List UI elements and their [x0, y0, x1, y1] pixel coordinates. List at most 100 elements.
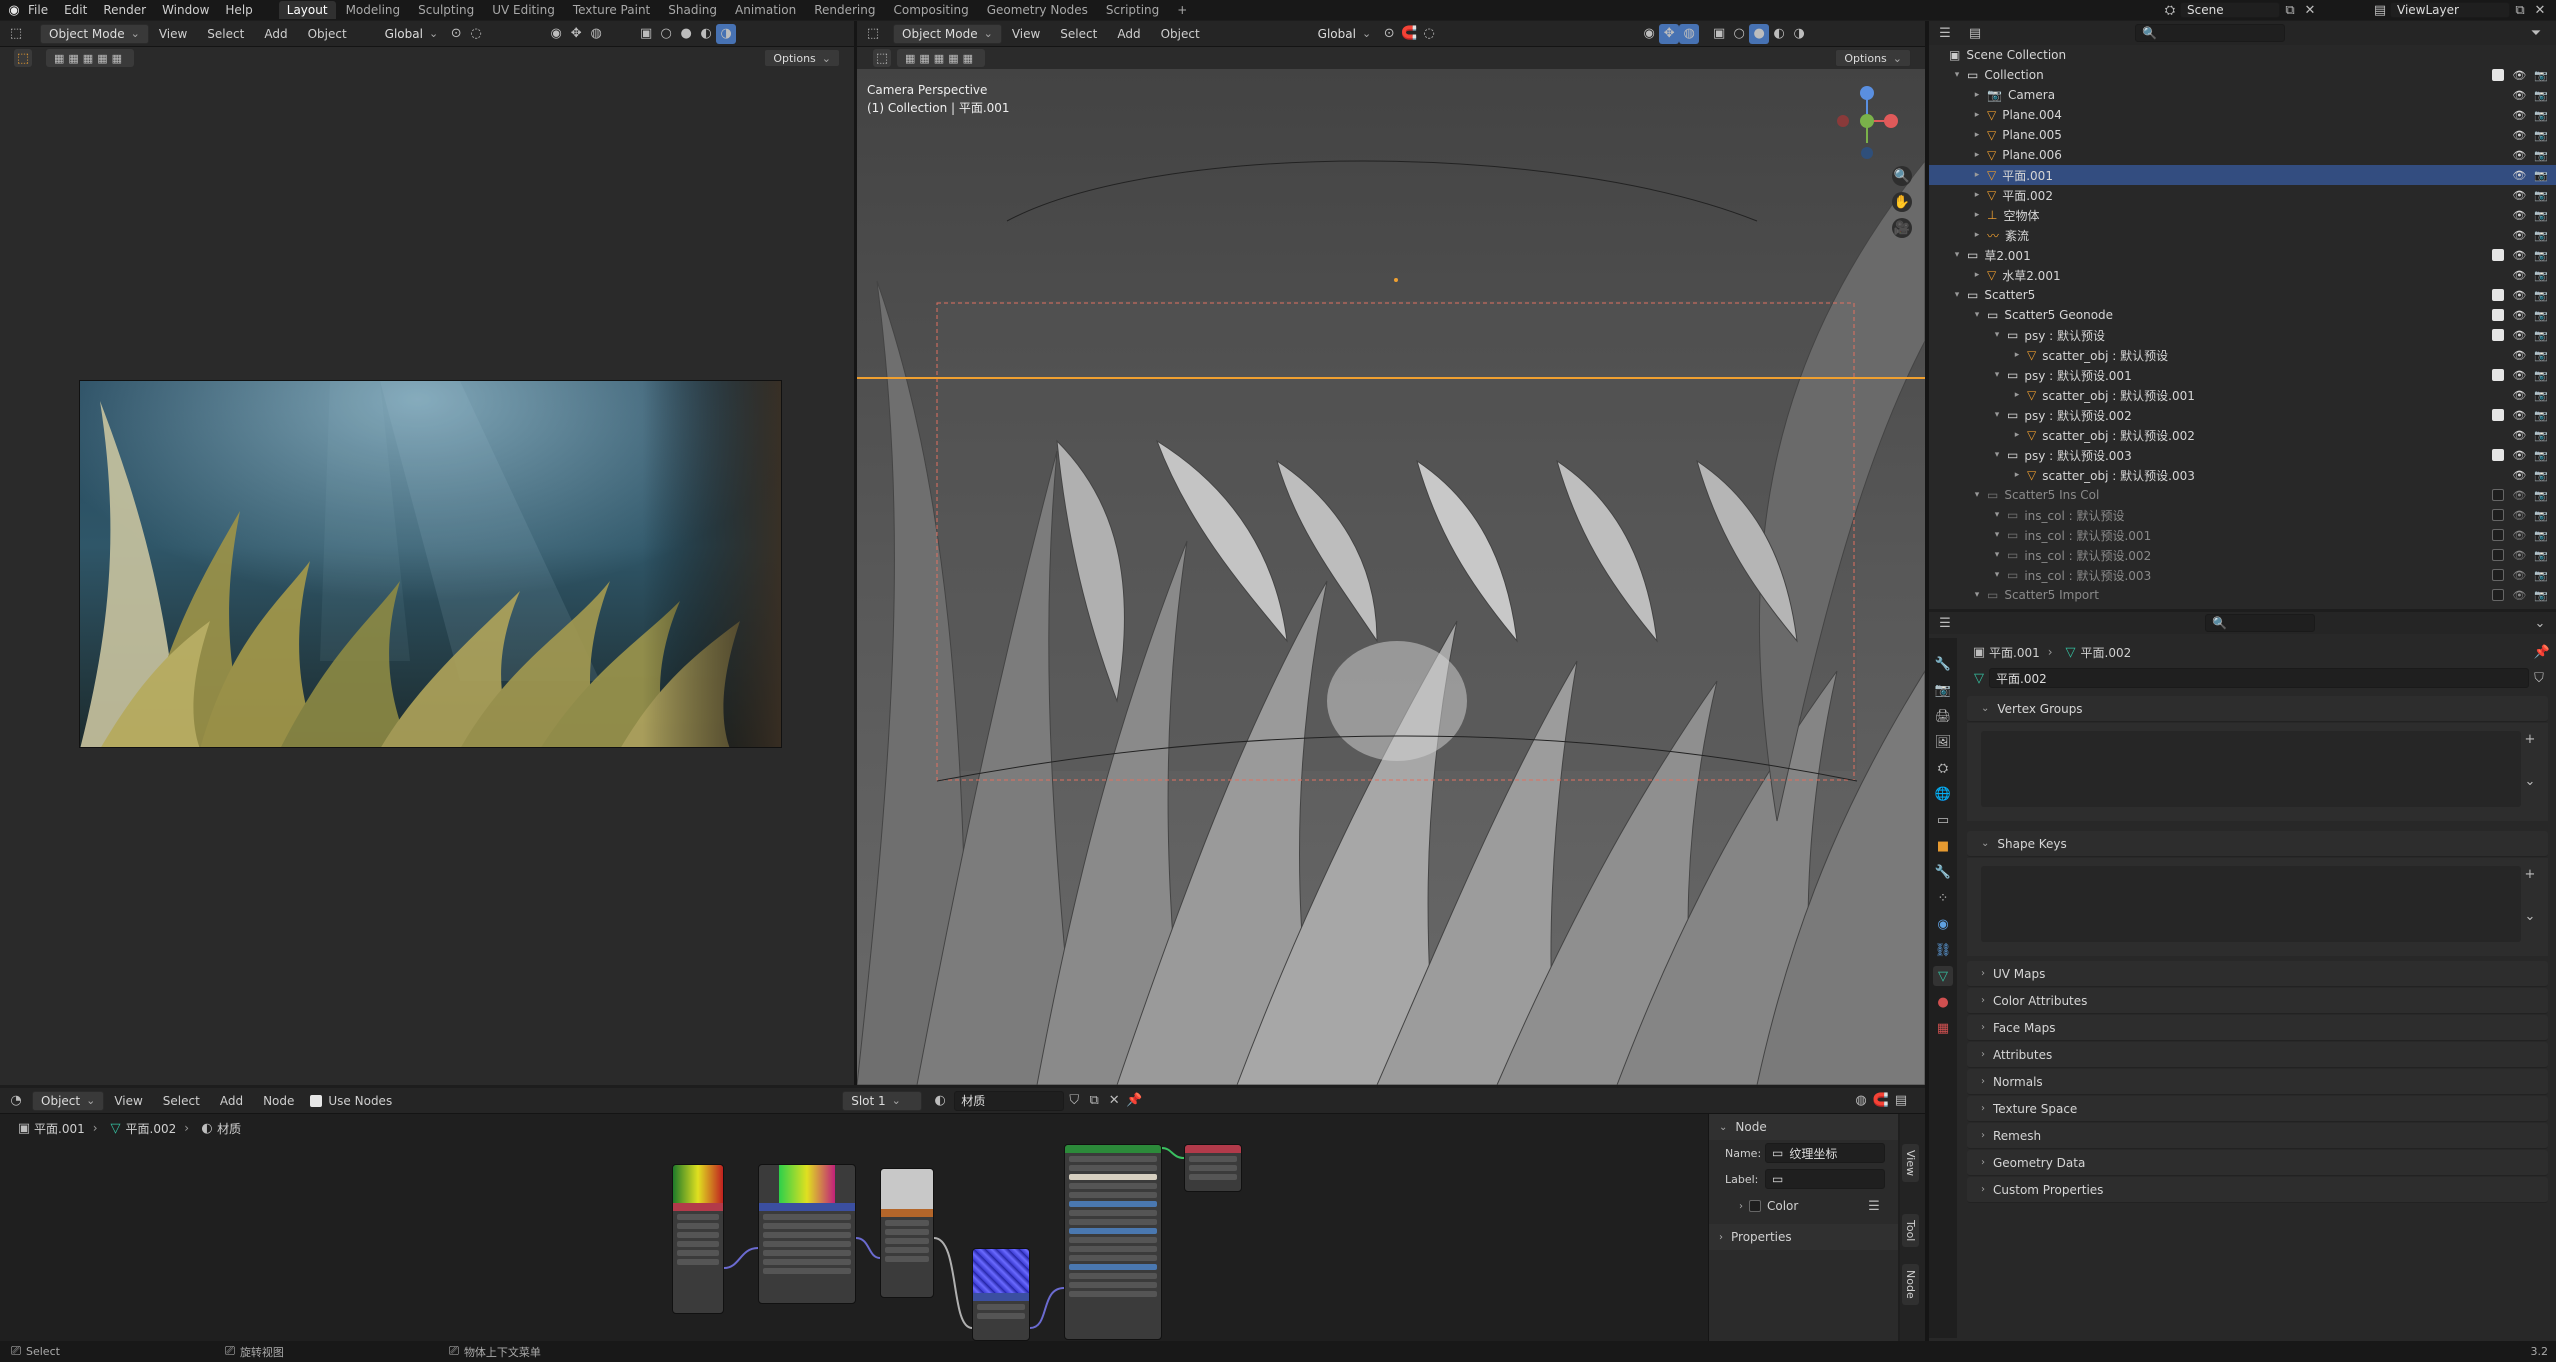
visibility-eye-icon[interactable]: 👁 — [2512, 449, 2526, 462]
render-camera-icon[interactable]: 📷 — [2534, 89, 2548, 102]
exclude-checkbox[interactable] — [2492, 249, 2505, 261]
workspace-tab-compositing[interactable]: Compositing — [885, 1, 976, 19]
render-camera-icon[interactable]: 📷 — [2534, 269, 2548, 282]
gizmo-icon[interactable]: ✥ — [1659, 23, 1680, 44]
expand-toggle-icon[interactable]: ▾ — [1991, 570, 2003, 580]
workspace-tab-animation[interactable]: Animation — [727, 1, 804, 19]
exclude-checkbox[interactable] — [2492, 289, 2505, 301]
visibility-eye-icon[interactable]: 👁 — [2512, 369, 2526, 382]
visibility-icon[interactable]: ◉ — [1639, 24, 1659, 44]
render-camera-icon[interactable]: 📷 — [2534, 589, 2548, 602]
right-menu-add[interactable]: Add — [1117, 27, 1140, 41]
rendered-shading-icon[interactable]: ◑ — [1789, 24, 1809, 44]
outliner-row[interactable]: ▾ ▭ Collection 👁 📷 — [1929, 65, 2556, 85]
shape-keys-section[interactable]: ⌄ Shape Keys — [1967, 831, 2548, 857]
workspace-tab-layout[interactable]: Layout — [278, 1, 336, 19]
outliner-row[interactable]: ▸ ▽ Plane.005 👁 📷 — [1929, 125, 2556, 145]
expand-toggle-icon[interactable]: ▸ — [2011, 390, 2023, 400]
exclude-checkbox[interactable] — [2492, 369, 2505, 381]
render-camera-icon[interactable]: 📷 — [2534, 389, 2548, 402]
right-menu-object[interactable]: Object — [1161, 27, 1200, 41]
node-color-checkbox[interactable] — [1749, 1200, 1761, 1212]
visibility-icon[interactable]: ◉ — [546, 24, 566, 44]
render-camera-icon[interactable]: 📷 — [2534, 129, 2548, 142]
selection-mode-icons[interactable]: ▦▦▦▦▦ — [46, 49, 134, 67]
outliner-row[interactable]: ▸ ▽ 平面.002 👁 📷 — [1929, 185, 2556, 205]
outliner-search-input[interactable]: 🔍 — [2135, 24, 2285, 42]
exclude-checkbox[interactable] — [2492, 569, 2505, 581]
expand-toggle-icon[interactable]: ▸ — [1971, 230, 1983, 240]
zoom-icon[interactable]: 🔍 — [1892, 166, 1912, 186]
pan-hand-icon[interactable]: ✋ — [1892, 192, 1912, 212]
exclude-checkbox[interactable] — [2492, 509, 2505, 521]
visibility-eye-icon[interactable]: 👁 — [2512, 109, 2526, 122]
expand-toggle-icon[interactable]: ▸ — [2011, 430, 2023, 440]
exclude-checkbox[interactable] — [2492, 489, 2505, 501]
node-name-field[interactable]: ▭ 纹理坐标 — [1765, 1143, 1885, 1163]
visibility-eye-icon[interactable]: 👁 — [2512, 429, 2526, 442]
vertex-group-menu-icon[interactable]: ⌄ — [2520, 771, 2540, 791]
section-attributes[interactable]: › Attributes — [1967, 1042, 2548, 1068]
visibility-eye-icon[interactable]: 👁 — [2512, 349, 2526, 362]
section-custom-properties[interactable]: › Custom Properties — [1967, 1177, 2548, 1203]
add-shape-key-icon[interactable]: + — [2520, 864, 2540, 884]
visibility-eye-icon[interactable]: 👁 — [2512, 309, 2526, 322]
pivot-icon[interactable]: ⊙ — [1379, 24, 1399, 44]
expand-toggle-icon[interactable]: ▾ — [1991, 530, 2003, 540]
right-mode-dropdown[interactable]: Object Mode — [893, 23, 1002, 44]
snap-icon[interactable]: ⊙ — [446, 24, 466, 44]
visibility-eye-icon[interactable]: 👁 — [2512, 129, 2526, 142]
visibility-eye-icon[interactable]: 👁 — [2512, 489, 2526, 502]
visibility-eye-icon[interactable]: 👁 — [2512, 549, 2526, 562]
render-camera-icon[interactable]: 📷 — [2534, 169, 2548, 182]
material-shading-icon[interactable]: ◐ — [696, 24, 716, 44]
texture-tab-icon[interactable]: ▦ — [1933, 1018, 1953, 1038]
menu-edit[interactable]: Edit — [64, 3, 87, 17]
expand-toggle-icon[interactable]: ▾ — [1991, 330, 2003, 340]
visibility-eye-icon[interactable]: 👁 — [2512, 329, 2526, 342]
editor-type-icon[interactable]: ⬚ — [6, 24, 26, 44]
outliner-row[interactable]: ▸ ▽ scatter_obj : 默认预设.002 👁 📷 — [1929, 425, 2556, 445]
scene-icon[interactable]: ⛭ — [2160, 0, 2180, 20]
left-menu-object[interactable]: Object — [308, 27, 347, 41]
left-options-button[interactable]: Options — [764, 49, 840, 67]
section-normals[interactable]: › Normals — [1967, 1069, 2548, 1095]
render-camera-icon[interactable]: 📷 — [2534, 109, 2548, 122]
render-camera-icon[interactable]: 📷 — [2534, 349, 2548, 362]
expand-toggle-icon[interactable]: ▸ — [1971, 150, 1983, 160]
exclude-checkbox[interactable] — [2492, 329, 2505, 341]
expand-toggle-icon[interactable]: ▸ — [1971, 190, 1983, 200]
expand-toggle-icon[interactable]: ▸ — [1971, 270, 1983, 280]
expand-toggle-icon[interactable]: ▾ — [1991, 510, 2003, 520]
visibility-eye-icon[interactable]: 👁 — [2512, 149, 2526, 162]
shape-key-menu-icon[interactable]: ⌄ — [2520, 906, 2540, 926]
node-view-icon[interactable]: ▤ — [1891, 1091, 1911, 1111]
exclude-checkbox[interactable] — [2492, 409, 2505, 421]
section-color-attributes[interactable]: › Color Attributes — [1967, 988, 2548, 1014]
exclude-checkbox[interactable] — [2492, 69, 2505, 81]
sidebar-tab-tool[interactable]: Tool — [1902, 1214, 1919, 1248]
properties-editor-icon[interactable]: ☰ — [1935, 613, 1955, 633]
overlay-icon[interactable]: ◍ — [1679, 23, 1700, 44]
exclude-checkbox[interactable] — [2492, 549, 2505, 561]
menu-render[interactable]: Render — [103, 3, 146, 17]
left-3d-viewport[interactable]: ⬚ Object Mode View Select Add Object Glo… — [0, 21, 854, 1085]
exclude-checkbox[interactable] — [2492, 529, 2505, 541]
expand-toggle-icon[interactable]: ▸ — [2011, 470, 2023, 480]
outliner-row[interactable]: ▾ ▭ psy : 默认预设.003 👁 📷 — [1929, 445, 2556, 465]
visibility-eye-icon[interactable]: 👁 — [2512, 89, 2526, 102]
right-options-button[interactable]: Options — [1835, 49, 1911, 67]
visibility-eye-icon[interactable]: 👁 — [2512, 249, 2526, 262]
proportional-edit-icon[interactable]: ◌ — [1419, 24, 1439, 44]
section-texture-space[interactable]: › Texture Space — [1967, 1096, 2548, 1122]
scene-field[interactable]: Scene — [2180, 2, 2280, 18]
visibility-eye-icon[interactable]: 👁 — [2512, 589, 2526, 602]
workspace-tab-modeling[interactable]: Modeling — [338, 1, 409, 19]
outliner-row[interactable]: ▾ ▭ ins_col : 默认预设 👁 📷 — [1929, 505, 2556, 525]
outliner-row[interactable]: ▸ ⊥ 空物体 👁 📷 — [1929, 205, 2556, 225]
workspace-tab-shading[interactable]: Shading — [660, 1, 725, 19]
delete-viewlayer-icon[interactable]: ✕ — [2530, 0, 2550, 20]
physics-tab-icon[interactable]: ◉ — [1933, 914, 1953, 934]
snap-icon[interactable]: 🧲 — [1399, 24, 1419, 44]
expand-toggle-icon[interactable]: ▸ — [1971, 130, 1983, 140]
